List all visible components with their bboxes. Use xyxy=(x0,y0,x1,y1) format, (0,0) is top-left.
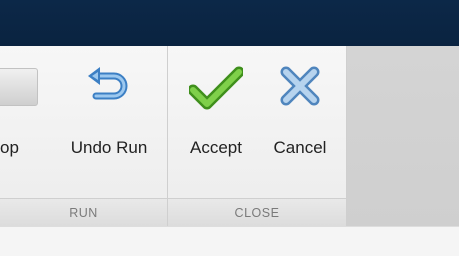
ribbon-empty-area xyxy=(346,46,459,226)
section-divider xyxy=(346,46,347,226)
window-title-bar xyxy=(0,0,459,46)
undo-arrow-icon xyxy=(88,67,128,100)
undo-run-label: Undo Run xyxy=(70,138,148,157)
accept-button[interactable]: Accept xyxy=(180,46,252,198)
undo-run-button[interactable]: Undo Run xyxy=(60,46,158,198)
content-area-top xyxy=(0,226,459,256)
stop-icon xyxy=(0,68,38,106)
stop-button[interactable]: Stop xyxy=(0,46,45,198)
section-label-run: RUN xyxy=(0,198,167,226)
accept-label: Accept xyxy=(190,138,242,157)
cancel-label: Cancel xyxy=(273,138,327,157)
section-label-close: CLOSE xyxy=(168,198,346,226)
cancel-button[interactable]: Cancel xyxy=(262,46,338,198)
stop-button-label: Stop xyxy=(0,138,19,157)
checkmark-icon xyxy=(189,66,243,110)
x-icon xyxy=(280,66,320,106)
